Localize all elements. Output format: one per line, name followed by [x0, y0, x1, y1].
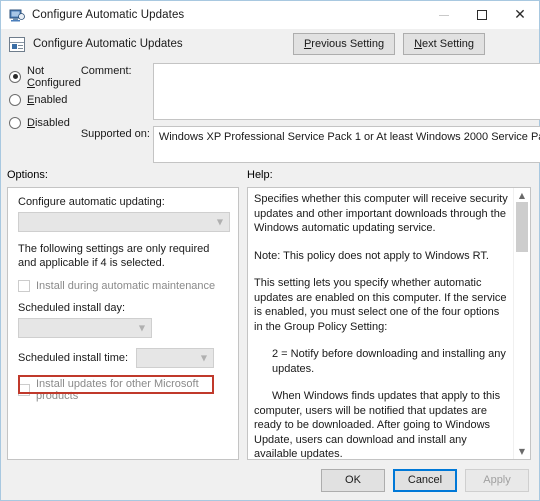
minimize-button[interactable]: [425, 1, 463, 29]
policy-setting-icon: [9, 36, 25, 52]
radio-not-configured-indicator: [9, 70, 21, 83]
scroll-down-icon[interactable]: ▼: [514, 447, 530, 456]
policy-computer-icon: [9, 7, 25, 23]
previous-setting-label: revious Setting: [311, 38, 385, 50]
supported-on-value: Windows XP Professional Service Pack 1 o…: [158, 131, 540, 143]
maximize-button[interactable]: [463, 1, 501, 29]
radio-disabled[interactable]: Disabled: [9, 111, 81, 134]
install-during-maintenance-row[interactable]: Install during automatic maintenance: [18, 280, 228, 292]
configure-automatic-updates-dialog: Configure Automatic Updates ✕ Configure …: [0, 0, 540, 501]
close-glyph: ✕: [514, 7, 526, 23]
radio-disabled-label: Disabled: [27, 116, 70, 129]
options-label: Options:: [7, 169, 48, 181]
supported-on-label: Supported on:: [80, 128, 150, 140]
help-panel: Specifies whether this computer will rec…: [247, 187, 531, 460]
requirement-note: The following settings are only required…: [18, 243, 210, 269]
radio-not-configured-label: Not Configured: [27, 64, 81, 89]
scheduled-install-time-dropdown[interactable]: ▼: [136, 348, 215, 368]
comment-label: Comment:: [80, 65, 132, 77]
help-paragraph-1: Specifies whether this computer will rec…: [254, 193, 508, 234]
scroll-up-icon[interactable]: ▲: [514, 191, 530, 200]
policy-state-radio-group: Not Configured Enabled Disabled: [9, 59, 81, 169]
previous-setting-button[interactable]: Previous Setting: [292, 33, 396, 55]
dialog-buttons: OK Cancel Apply: [1, 460, 539, 500]
scrollbar-thumb[interactable]: [516, 202, 528, 252]
radio-enabled-indicator: [9, 93, 21, 106]
policy-name-label: Configure Automatic Updates: [33, 38, 183, 50]
install-other-products-row[interactable]: Install updates for other Microsoft prod…: [18, 375, 228, 402]
scheduled-install-time-row: Scheduled install time: ▼: [18, 348, 228, 368]
supported-on-field-row: Supported on: Windows XP Professional Se…: [81, 126, 540, 163]
chevron-down-icon: ▼: [200, 353, 208, 363]
next-setting-button[interactable]: Next Setting: [403, 33, 485, 55]
help-paragraph-3: This setting lets you specify whether au…: [254, 277, 507, 333]
metadata-fields: Comment: ▲ ▼ Supported on: Windows XP Pr…: [81, 59, 540, 169]
policy-header: Configure Automatic Updates Previous Set…: [1, 29, 539, 59]
install-during-maintenance-label: Install during automatic maintenance: [36, 280, 216, 292]
panel-labels: Options: Help:: [1, 169, 539, 187]
setting-navigation: Previous Setting Next Setting: [292, 33, 485, 55]
window-controls: ✕: [425, 1, 539, 29]
radio-enabled[interactable]: Enabled: [9, 88, 81, 111]
install-other-products-label: Install updates for other Microsoft prod…: [36, 378, 199, 402]
scheduled-install-time-label: Scheduled install time:: [18, 352, 129, 364]
ok-button[interactable]: OK: [321, 468, 385, 492]
radio-not-configured[interactable]: Not Configured: [9, 64, 81, 89]
radio-enabled-label: Enabled: [27, 93, 68, 106]
install-other-products-checkbox[interactable]: [18, 384, 30, 396]
next-setting-label: ext Setting: [422, 38, 474, 50]
help-paragraph-2: Note: This policy does not apply to Wind…: [254, 249, 489, 262]
scheduled-install-day-dropdown[interactable]: ▼: [18, 318, 152, 338]
window-title: Configure Automatic Updates: [32, 9, 185, 21]
chevron-down-icon: ▼: [138, 323, 145, 333]
scheduled-install-day-label: Scheduled install day:: [18, 302, 126, 314]
help-label: Help:: [247, 169, 273, 181]
close-icon[interactable]: ✕: [501, 1, 539, 29]
chevron-down-icon: ▼: [216, 217, 223, 227]
comment-field-row: Comment: ▲ ▼: [81, 63, 540, 120]
install-during-maintenance-checkbox[interactable]: [18, 280, 30, 292]
supported-on-input[interactable]: Windows XP Professional Service Pack 1 o…: [152, 126, 540, 163]
help-text: Specifies whether this computer will rec…: [248, 188, 530, 459]
comment-input[interactable]: ▲ ▼: [152, 63, 540, 120]
comment-value: [154, 64, 540, 67]
title-bar: Configure Automatic Updates ✕: [1, 1, 539, 29]
configure-updating-label: Configure automatic updating:: [18, 196, 165, 208]
help-paragraph-4: 2 = Notify before downloading and instal…: [272, 348, 506, 375]
cancel-button[interactable]: Cancel: [393, 468, 457, 492]
options-panel: Configure automatic updating: ▼ The foll…: [7, 187, 239, 460]
panels-region: Configure automatic updating: ▼ The foll…: [1, 187, 539, 460]
radio-disabled-indicator: [9, 116, 21, 129]
configure-updating-dropdown[interactable]: ▼: [18, 212, 230, 232]
help-scrollbar[interactable]: ▲ ▼: [513, 188, 530, 459]
help-paragraph-5: When Windows finds updates that apply to…: [254, 390, 501, 459]
state-and-metadata-region: Not Configured Enabled Disabled Comment:…: [1, 59, 540, 169]
apply-button: Apply: [465, 468, 529, 492]
